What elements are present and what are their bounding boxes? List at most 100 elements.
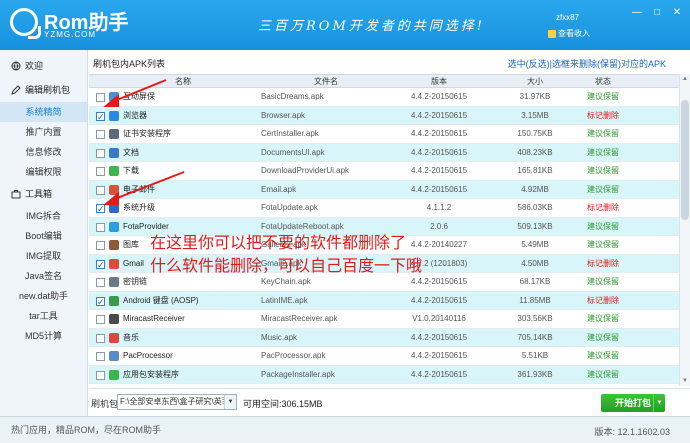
logo-subtitle: YZMG.COM xyxy=(44,30,96,39)
app-name: 文档 xyxy=(123,147,139,157)
view-income-link[interactable]: 查看收入 xyxy=(548,28,590,39)
sidebar-item-boot-edit[interactable]: Boot编辑 xyxy=(0,226,87,246)
row-checkbox[interactable] xyxy=(96,241,105,250)
toggle-select-link[interactable]: 选中(反选) xyxy=(508,59,550,69)
table-row[interactable]: 互动屏保 BasicDreams.apk 4.4.2-20150615 31.97KB… xyxy=(89,88,679,107)
scroll-down-icon[interactable]: ▼ xyxy=(680,376,690,386)
app-icon xyxy=(109,221,119,232)
username[interactable]: zfxx87 xyxy=(556,13,579,22)
app-filename: CertInstaller.apk xyxy=(261,129,319,138)
row-checkbox[interactable] xyxy=(96,93,105,102)
table-row[interactable]: 下载 DownloadProviderUi.apk 4.4.2-20150615 16… xyxy=(89,162,679,181)
table-row[interactable]: 音乐 Music.apk 4.4.2-20150615 705.14KB 建议保留 xyxy=(89,328,679,347)
slogan: 三百万ROM开发者的共同选择! xyxy=(258,19,485,34)
column-name[interactable]: 名称 xyxy=(123,76,243,87)
sidebar-group-toolbox[interactable]: 工具箱 xyxy=(0,182,87,206)
sidebar-item-info-edit[interactable]: 信息修改 xyxy=(0,142,87,162)
list-title: 刷机包内APK列表 xyxy=(93,59,166,69)
row-checkbox[interactable] xyxy=(96,167,105,176)
column-status[interactable]: 状态 xyxy=(573,76,633,87)
app-icon xyxy=(109,110,119,121)
sidebar-item-img-extract[interactable]: IMG提取 xyxy=(0,246,87,266)
sidebar-item-tar-tool[interactable]: tar工具 xyxy=(0,306,87,326)
pencil-icon xyxy=(11,85,21,95)
row-checkbox[interactable] xyxy=(96,148,105,158)
app-filename: MiracastReceiver.apk xyxy=(261,314,338,323)
app-size: 150.75KB xyxy=(517,129,553,138)
app-size: 68.17KB xyxy=(519,277,551,286)
app-status: 建议保留 xyxy=(587,332,619,342)
app-status: 建议保留 xyxy=(587,277,619,286)
app-filename: MBrowser.apk xyxy=(261,384,391,386)
sidebar-item-promo-builtin[interactable]: 推广内置 xyxy=(0,122,87,142)
table-row[interactable]: 浏览器 Browser.apk 4.4.2-20150615 3.15MB 标记删除 xyxy=(89,106,679,126)
sidebar-group-edit[interactable]: 编辑刷机包 xyxy=(0,78,87,102)
row-checkbox[interactable] xyxy=(96,200,105,219)
table-row[interactable]: 文档 DocumentsUI.apk 4.4.2-20150615 408.23KB 建… xyxy=(89,143,679,162)
pack-dropdown-icon[interactable]: ▼ xyxy=(653,394,665,412)
row-checkbox[interactable] xyxy=(96,293,105,311)
delete-hint-link[interactable]: 选框来删除(保留)对应的APK xyxy=(552,59,666,69)
path-select[interactable]: F:\全部安卓东西\盒子研究\英菲克\img ▼ xyxy=(117,394,237,410)
sidebar-group-welcome[interactable]: 欢迎 xyxy=(0,54,87,78)
app-status: 标记删除 xyxy=(587,203,619,212)
app-name: 应用包安装程序 xyxy=(123,369,179,379)
sidebar-item-system-slim[interactable]: 系统精简 xyxy=(0,102,87,122)
app-icon xyxy=(109,332,119,343)
app-filename: Music.apk xyxy=(261,332,298,342)
scrollbar[interactable]: ▲ ▼ xyxy=(679,74,690,386)
sidebar-item-java-sign[interactable]: Java签名 xyxy=(0,266,87,286)
column-filename[interactable]: 文件名 xyxy=(261,76,391,87)
app-name: 浏览器 xyxy=(123,384,243,386)
row-checkbox[interactable] xyxy=(96,315,105,324)
scroll-thumb[interactable] xyxy=(681,100,689,220)
window-controls: — □ ✕ xyxy=(628,6,686,20)
sidebar: 欢迎 编辑刷机包 系统精简 推广内置 信息修改 编辑权限 工具箱 IMG拆合 B… xyxy=(0,50,88,416)
table-row[interactable]: 应用包安装程序 PackageInstaller.apk 4.4.2-2015061… xyxy=(89,365,679,384)
sidebar-item-permissions[interactable]: 编辑权限 xyxy=(0,162,87,182)
row-checkbox[interactable] xyxy=(96,185,105,195)
table-row[interactable]: 电子邮件 Email.apk 4.4.2-20150615 4.92MB 建议保留 xyxy=(89,180,679,199)
app-icon xyxy=(109,166,119,176)
row-checkbox[interactable] xyxy=(96,352,105,361)
app-icon xyxy=(109,314,119,324)
table-row[interactable]: PacProcessor PacProcessor.apk 4.4.2-201506… xyxy=(89,347,679,366)
close-button[interactable]: ✕ xyxy=(668,6,686,20)
row-checkbox[interactable] xyxy=(96,370,105,380)
column-size[interactable]: 大小 xyxy=(495,76,575,87)
table-row[interactable]: Android 键盘 (AOSP) LatinIME.apk 4.4.2-20150… xyxy=(89,291,679,311)
path-label: 刷机包 xyxy=(91,399,119,409)
app-status: 建议保留 xyxy=(587,351,619,360)
table-row[interactable]: 浏览器 MBrowser.apklatest version 6.48MB建议保留 xyxy=(89,384,679,386)
table-row[interactable]: MiracastReceiver MiracastReceiver.apk V1.0… xyxy=(89,310,679,329)
scroll-up-icon[interactable]: ▲ xyxy=(680,74,690,84)
maximize-button[interactable]: □ xyxy=(648,6,666,20)
app-status: 建议保留 xyxy=(587,221,619,231)
column-version[interactable]: 版本 xyxy=(387,76,491,87)
start-pack-button[interactable]: 开始打包 ▼ xyxy=(601,394,665,412)
row-checkbox[interactable] xyxy=(96,333,105,343)
row-checkbox[interactable] xyxy=(96,108,105,126)
app-name: 音乐 xyxy=(123,332,139,342)
row-checkbox[interactable] xyxy=(96,222,105,232)
app-size: 5.49MB xyxy=(521,240,549,249)
minimize-button[interactable]: — xyxy=(628,6,646,20)
sidebar-item-img-split[interactable]: IMG拆合 xyxy=(0,206,87,226)
app-size: 3.15MB xyxy=(521,110,549,120)
row-checkbox[interactable] xyxy=(96,278,105,287)
table-row[interactable]: 系统升级 FotaUpdate.apk 4.1.1.2 586.03KB 标记删除 xyxy=(89,199,679,219)
status-text: 热门应用，精品ROM，尽在ROM助手 xyxy=(11,425,161,435)
row-checkbox[interactable] xyxy=(96,130,105,139)
app-filename: BasicDreams.apk xyxy=(261,92,324,101)
app-name: 证书安装程序 xyxy=(123,129,171,138)
sidebar-item-md5[interactable]: MD5计算 xyxy=(0,326,87,346)
chevron-down-icon[interactable]: ▼ xyxy=(224,395,236,409)
app-version: 4.4.2-20150615 xyxy=(410,295,468,305)
app-status: 标记删除 xyxy=(587,295,619,305)
app-version: 4.4.2-20150615 xyxy=(410,369,468,379)
app-filename: Browser.apk xyxy=(261,110,306,120)
app-name: 互动屏保 xyxy=(123,92,155,101)
table-row[interactable]: 证书安装程序 CertInstaller.apk 4.4.2-20150615 150… xyxy=(89,125,679,144)
row-checkbox[interactable] xyxy=(96,256,105,274)
sidebar-item-newdat[interactable]: new.dat助手 xyxy=(0,286,87,306)
